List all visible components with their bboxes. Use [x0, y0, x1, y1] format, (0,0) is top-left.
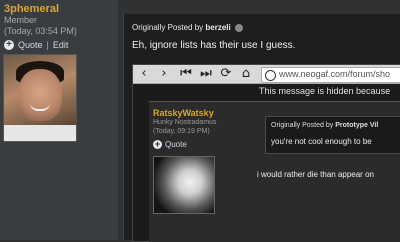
post-text: Eh, ignore lists has their use I guess. [132, 40, 296, 51]
author-avatar[interactable] [3, 54, 77, 142]
post-body: Originally Posted by berzeli Eh, ignore … [123, 14, 400, 242]
hidden-message-notice: This message is hidden because [259, 86, 391, 96]
plus-icon[interactable]: + [4, 40, 14, 50]
avatar-shirt [4, 125, 76, 141]
view-post-icon[interactable] [234, 23, 243, 32]
inner-quote-box: Originally Posted by Prototype Vil you'r… [265, 116, 400, 154]
url-text: www.neogaf.com/forum/sho [279, 69, 391, 79]
skip-back-icon: ⏮ [180, 66, 192, 81]
quote-author[interactable]: berzeli [205, 23, 230, 32]
inner-user-title: Hunky Nostradamus [153, 119, 217, 126]
inner-avatar [153, 156, 215, 214]
post-timestamp: (Today, 03:54 PM) [4, 26, 77, 36]
inner-username: RatskyWatsky [153, 108, 214, 118]
action-separator: | [46, 40, 49, 50]
refresh-icon: ⟳ [220, 66, 232, 81]
back-icon: ‹ [141, 66, 147, 81]
embedded-screenshot: ‹ › ⏮ ⏭ ⟳ ⌂ www.neogaf.com/forum/sho Thi… [132, 64, 400, 242]
inner-quote-link: Quote [165, 140, 187, 149]
inner-quote-prefix: Originally Posted by [271, 122, 334, 129]
skip-forward-icon: ⏭ [200, 66, 212, 81]
avatar-face [18, 69, 62, 121]
forward-icon: › [161, 66, 167, 81]
author-title: Member [4, 15, 38, 25]
edit-link[interactable]: Edit [53, 40, 69, 50]
browser-toolbar: ‹ › ⏮ ⏭ ⟳ ⌂ www.neogaf.com/forum/sho [133, 65, 400, 84]
globe-icon [265, 70, 276, 81]
quote-header: Originally Posted by berzeli [132, 23, 243, 32]
url-bar: www.neogaf.com/forum/sho [261, 67, 400, 83]
inner-quote-header: Originally Posted by Prototype Vil [271, 122, 378, 129]
quote-header-prefix: Originally Posted by [132, 23, 204, 32]
inner-actions: + Quote [153, 140, 187, 149]
post-actions: + Quote | Edit [4, 40, 68, 50]
inner-timestamp: (Today, 09:19 PM) [153, 128, 210, 135]
inner-post: RatskyWatsky Hunky Nostradamus (Today, 0… [149, 101, 400, 242]
author-username[interactable]: 3phemeral [4, 3, 59, 15]
author-sidebar: 3phemeral Member (Today, 03:54 PM) + Quo… [0, 0, 118, 240]
home-icon: ⌂ [241, 66, 251, 81]
inner-quote-text: you're not cool enough to be [271, 137, 372, 146]
inner-quote-author: Prototype Vil [335, 122, 379, 129]
quote-link[interactable]: Quote [18, 40, 43, 50]
inner-plus-icon: + [153, 139, 162, 149]
inner-reply-text: i would rather die than appear on [257, 170, 374, 179]
